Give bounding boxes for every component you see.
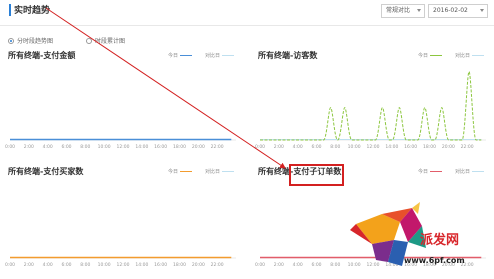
- brand-logo-bull-icon: [350, 202, 426, 266]
- x-tick-label: 0:00: [5, 262, 15, 268]
- x-tick-label: 12:00: [117, 262, 130, 268]
- legend-today: 今日: [418, 52, 444, 59]
- x-tick-label: 2:00: [274, 262, 284, 268]
- annotation-highlight-box: [289, 164, 344, 186]
- x-tick-label: 12:00: [117, 144, 130, 150]
- x-tick-label: 18:00: [173, 262, 186, 268]
- x-tick-label: 10:00: [348, 144, 361, 150]
- brand-url: www.6pf.com: [404, 256, 465, 265]
- radio-label: 时段累计图: [95, 38, 126, 45]
- x-tick-label: 0:00: [255, 262, 265, 268]
- panel-title: 所有终端-支付买家数: [8, 167, 84, 176]
- legend-swatch: [472, 171, 484, 172]
- x-tick-label: 22:00: [461, 144, 474, 150]
- x-tick-label: 4:00: [293, 262, 303, 268]
- x-tick-label: 12:00: [367, 144, 380, 150]
- radio-label: 分时段趋势图: [17, 38, 54, 45]
- x-tick-label: 14:00: [135, 144, 148, 150]
- x-tick-label: 4:00: [43, 262, 53, 268]
- chart-visitors: 0:00 2:00 4:00 6:00 8:00 10:00 12:00 14:00 16:00…: [255, 71, 486, 150]
- date-select[interactable]: 2016-02-02: [428, 4, 488, 18]
- x-tick-label: 6:00: [311, 262, 321, 268]
- today-series-line: [260, 71, 482, 141]
- brand-name: 派发网: [420, 233, 460, 248]
- legend-swatch: [222, 171, 234, 172]
- x-tick-label: 6:00: [61, 262, 71, 268]
- x-tick-label: 8:00: [330, 262, 340, 268]
- x-tick-label: 22:00: [211, 262, 224, 268]
- legend-compare-label: 对比日: [454, 169, 470, 175]
- x-tick-label: 2:00: [24, 144, 34, 150]
- legend-today: 今日: [168, 168, 194, 175]
- x-tick-label: 16:00: [404, 144, 417, 150]
- title-accent: [9, 4, 11, 16]
- x-tick-label: 8:00: [80, 262, 90, 268]
- radio-dot-icon: [8, 37, 14, 44]
- legend-swatch: [222, 55, 234, 56]
- x-tick-label: 22:00: [211, 144, 224, 150]
- chart-panel-pay-amount: 0:00 2:00 4:00 6:00 8:00 10:00 12:00 14:00 16:00…: [0, 48, 242, 156]
- date-value: 2016-02-02: [433, 7, 468, 14]
- chart-panel-buyers: 0:00 2:00 4:00 6:00 8:00 10:00 12:00 14:00 16:00…: [0, 164, 242, 274]
- legend-compare: 对比日: [205, 52, 236, 59]
- x-tick-label: 6:00: [311, 144, 321, 150]
- x-tick-label: 2:00: [24, 262, 34, 268]
- x-tick-label: 8:00: [80, 144, 90, 150]
- compare-type-select[interactable]: 常规对比: [381, 4, 425, 18]
- legend-swatch: [472, 55, 484, 56]
- x-tick-label: 10:00: [98, 262, 111, 268]
- x-tick-label: 20:00: [192, 144, 205, 150]
- x-tick-label: 10:00: [98, 144, 111, 150]
- panel-title: 所有终端-支付金额: [8, 51, 76, 60]
- x-tick-label: 8:00: [330, 144, 340, 150]
- page-title: 实时趋势: [14, 6, 51, 16]
- legend-swatch: [180, 171, 192, 172]
- x-tick-label: 16:00: [154, 144, 167, 150]
- compare-type-value: 常规对比: [386, 7, 411, 14]
- radio-cumulative[interactable]: 时段累计图: [86, 36, 125, 45]
- chart-buyers: 0:00 2:00 4:00 6:00 8:00 10:00 12:00 14:00 16:00…: [5, 256, 236, 268]
- x-tick-label: 18:00: [173, 144, 186, 150]
- panel-title: 所有终端-访客数: [258, 51, 318, 60]
- legend-today-label: 今日: [417, 169, 428, 175]
- legend-swatch: [430, 171, 442, 172]
- legend-swatch: [430, 55, 442, 56]
- legend-compare-label: 对比日: [204, 53, 220, 59]
- x-tick-label: 6:00: [61, 144, 71, 150]
- x-tick-label: 14:00: [385, 144, 398, 150]
- radio-dot-icon: [86, 37, 92, 44]
- legend-compare: 对比日: [455, 52, 486, 59]
- x-tick-label: 20:00: [442, 144, 455, 150]
- x-tick-label: 4:00: [293, 144, 303, 150]
- chevron-down-icon: [480, 9, 484, 12]
- chart-pay-amount: 0:00 2:00 4:00 6:00 8:00 10:00 12:00 14:00 16:00…: [5, 138, 236, 150]
- legend-compare: 对比日: [205, 168, 236, 175]
- legend-today-label: 今日: [167, 169, 178, 175]
- legend-today-label: 今日: [417, 53, 428, 59]
- x-tick-label: 0:00: [5, 144, 15, 150]
- chart-panel-visitors: 0:00 2:00 4:00 6:00 8:00 10:00 12:00 14:00 16:00…: [250, 48, 492, 156]
- radio-hourly-trend[interactable]: 分时段趋势图: [8, 36, 53, 45]
- legend-compare-label: 对比日: [454, 53, 470, 59]
- header-bar: 实时趋势 常规对比 2016-02-02: [0, 0, 494, 26]
- x-tick-label: 4:00: [43, 144, 53, 150]
- legend-swatch: [180, 55, 192, 56]
- x-tick-label: 16:00: [154, 262, 167, 268]
- legend-today: 今日: [168, 52, 194, 59]
- legend-compare: 对比日: [455, 168, 486, 175]
- legend-today: 今日: [418, 168, 444, 175]
- legend-today-label: 今日: [167, 53, 178, 59]
- x-tick-label: 18:00: [423, 144, 436, 150]
- x-tick-label: 14:00: [135, 262, 148, 268]
- x-tick-label: 0:00: [255, 144, 265, 150]
- legend-compare-label: 对比日: [204, 169, 220, 175]
- x-tick-label: 2:00: [274, 144, 284, 150]
- chevron-down-icon: [417, 9, 421, 12]
- x-tick-label: 20:00: [192, 262, 205, 268]
